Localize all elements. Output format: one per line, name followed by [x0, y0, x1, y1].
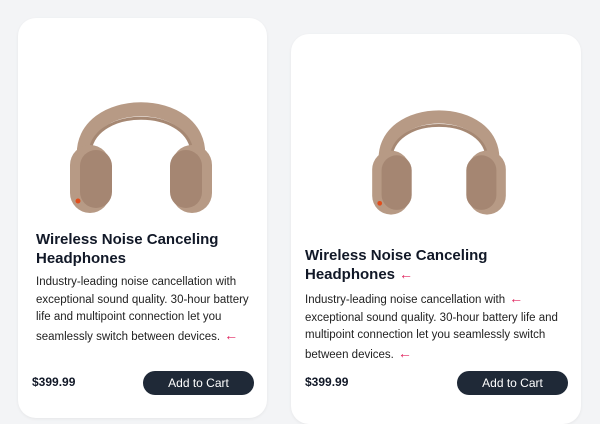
product-image	[349, 59, 529, 229]
description-rest: exceptional sound quality. 30-hour batte…	[305, 311, 558, 361]
title-text: Wireless Noise Canceling Headphones	[305, 247, 488, 283]
add-to-cart-button[interactable]: Add to Cart	[143, 371, 254, 395]
description-text: Industry-leading noise cancellation with…	[36, 276, 249, 343]
product-price: $399.99	[32, 375, 76, 389]
arrow-left-icon: ←	[397, 344, 412, 361]
product-image	[46, 48, 236, 228]
product-description: Industry-leading noise cancellation with…	[305, 290, 565, 364]
product-price: $399.99	[305, 375, 349, 389]
product-card: Wireless Noise Canceling Headphones ← Ind…	[291, 34, 581, 424]
description-line1: Industry-leading noise cancellation with	[305, 294, 506, 306]
headphones-icon	[372, 110, 506, 215]
product-title: Wireless Noise Canceling Headphones	[36, 231, 219, 267]
product-title: Wireless Noise Canceling Headphones ←	[305, 246, 565, 284]
add-to-cart-button[interactable]: Add to Cart	[457, 371, 568, 395]
arrow-left-icon: ←	[399, 266, 414, 282]
arrow-left-icon: ←	[509, 290, 524, 306]
product-description: Industry-leading noise cancellation with…	[36, 274, 251, 346]
product-card: Wireless Noise Canceling Headphones Indu…	[18, 18, 267, 418]
headphones-icon	[70, 102, 212, 213]
arrow-left-icon: ←	[224, 326, 239, 343]
